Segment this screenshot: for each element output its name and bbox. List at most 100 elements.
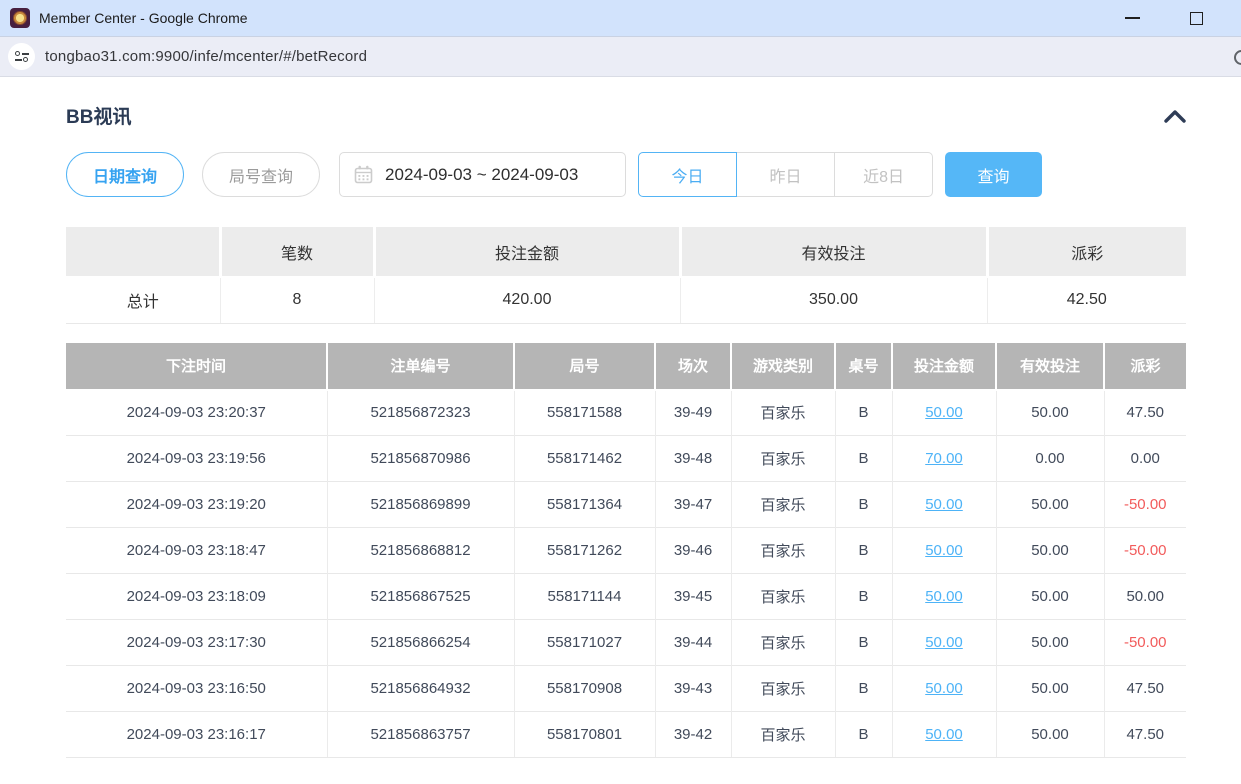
summary-table: 笔数 投注金额 有效投注 派彩 总计 8 420.00 350.00 42.50 [66, 227, 1186, 324]
header-session: 场次 [655, 343, 731, 390]
summary-header-blank [66, 227, 220, 277]
table-no-cell: B [835, 482, 892, 528]
browser-window: Member Center - Google Chrome tongbao31.… [0, 0, 1241, 758]
bet-time-cell: 2024-09-03 23:18:47 [66, 528, 327, 574]
table-no-cell: B [835, 528, 892, 574]
bet-amount-link[interactable]: 50.00 [925, 726, 963, 743]
bet-amount-link[interactable]: 50.00 [925, 404, 963, 421]
last-8-days-button[interactable]: 近8日 [834, 152, 933, 197]
session-cell: 39-46 [655, 528, 731, 574]
session-cell: 39-49 [655, 390, 731, 436]
summary-total-row: 总计 8 420.00 350.00 42.50 [66, 277, 1186, 323]
order-id-cell: 521856867525 [327, 574, 514, 620]
table-row: 2024-09-03 23:18:09521856867525558171144… [66, 574, 1186, 620]
table-row: 2024-09-03 23:17:30521856866254558171027… [66, 620, 1186, 666]
maximize-button[interactable] [1181, 3, 1211, 33]
game-type-cell: 百家乐 [731, 574, 835, 620]
round-id-cell: 558170801 [514, 712, 655, 758]
bet-time-cell: 2024-09-03 23:17:30 [66, 620, 327, 666]
bet-amount-cell: 50.00 [892, 390, 996, 436]
minimize-icon [1125, 17, 1140, 19]
bet-amount-cell: 50.00 [892, 620, 996, 666]
game-type-cell: 百家乐 [731, 528, 835, 574]
header-round-id: 局号 [514, 343, 655, 390]
payout-cell: -50.00 [1104, 528, 1186, 574]
payout-cell: 47.50 [1104, 712, 1186, 758]
valid-bet-cell: 50.00 [996, 574, 1104, 620]
date-range-input[interactable]: 2024-09-03 ~ 2024-09-03 [339, 152, 626, 197]
clipped-extension-icon [1234, 50, 1241, 65]
page-title: BB视讯 [66, 102, 131, 129]
summary-bet-amount-value: 420.00 [374, 277, 680, 323]
summary-count-value: 8 [220, 277, 374, 323]
bet-time-cell: 2024-09-03 23:18:09 [66, 574, 327, 620]
payout-cell: -50.00 [1104, 620, 1186, 666]
page-content: BB视讯 日期查询 局号查询 2024-09-03 ~ 2 [0, 102, 1241, 758]
table-no-cell: B [835, 712, 892, 758]
table-row: 2024-09-03 23:19:20521856869899558171364… [66, 482, 1186, 528]
table-row: 2024-09-03 23:18:47521856868812558171262… [66, 528, 1186, 574]
bet-amount-link[interactable]: 50.00 [925, 496, 963, 513]
bet-amount-link[interactable]: 50.00 [925, 634, 963, 651]
url-text[interactable]: tongbao31.com:9900/infe/mcenter/#/betRec… [45, 48, 367, 65]
header-order-id: 注单编号 [327, 343, 514, 390]
collapse-chevron-icon[interactable] [1164, 109, 1186, 123]
game-type-cell: 百家乐 [731, 620, 835, 666]
game-type-cell: 百家乐 [731, 666, 835, 712]
maximize-icon [1190, 12, 1203, 25]
order-id-cell: 521856866254 [327, 620, 514, 666]
bet-amount-link[interactable]: 50.00 [925, 680, 963, 697]
header-table-no: 桌号 [835, 343, 892, 390]
round-id-cell: 558171462 [514, 436, 655, 482]
yesterday-button[interactable]: 昨日 [736, 152, 835, 197]
table-no-cell: B [835, 620, 892, 666]
date-range-value: 2024-09-03 ~ 2024-09-03 [385, 165, 578, 185]
header-game-type: 游戏类别 [731, 343, 835, 390]
valid-bet-cell: 50.00 [996, 482, 1104, 528]
game-type-cell: 百家乐 [731, 436, 835, 482]
bet-time-cell: 2024-09-03 23:16:50 [66, 666, 327, 712]
site-settings-icon[interactable] [8, 43, 35, 70]
game-type-cell: 百家乐 [731, 482, 835, 528]
valid-bet-cell: 50.00 [996, 712, 1104, 758]
order-id-cell: 521856863757 [327, 712, 514, 758]
valid-bet-cell: 50.00 [996, 666, 1104, 712]
session-cell: 39-45 [655, 574, 731, 620]
table-row: 2024-09-03 23:16:17521856863757558170801… [66, 712, 1186, 758]
valid-bet-cell: 50.00 [996, 390, 1104, 436]
window-controls [1117, 0, 1211, 36]
bet-amount-link[interactable]: 50.00 [925, 542, 963, 559]
bet-amount-link[interactable]: 50.00 [925, 588, 963, 605]
header-payout: 派彩 [1104, 343, 1186, 390]
site-favicon-icon [10, 8, 30, 28]
summary-header-valid-bet: 有效投注 [680, 227, 987, 277]
round-id-cell: 558171262 [514, 528, 655, 574]
page-header: BB视讯 [66, 102, 1186, 129]
bet-amount-cell: 50.00 [892, 482, 996, 528]
minimize-button[interactable] [1117, 3, 1147, 33]
valid-bet-cell: 50.00 [996, 528, 1104, 574]
bet-amount-cell: 50.00 [892, 528, 996, 574]
bet-amount-link[interactable]: 70.00 [925, 450, 963, 467]
session-cell: 39-43 [655, 666, 731, 712]
summary-header-count: 笔数 [220, 227, 374, 277]
calendar-icon [354, 165, 373, 184]
address-bar: tongbao31.com:9900/infe/mcenter/#/betRec… [0, 36, 1241, 77]
today-button[interactable]: 今日 [638, 152, 737, 197]
order-id-cell: 521856872323 [327, 390, 514, 436]
round-id-cell: 558171144 [514, 574, 655, 620]
summary-total-label: 总计 [66, 277, 220, 323]
bet-amount-cell: 50.00 [892, 666, 996, 712]
summary-header-row: 笔数 投注金额 有效投注 派彩 [66, 227, 1186, 277]
round-query-tab[interactable]: 局号查询 [202, 152, 320, 197]
order-id-cell: 521856864932 [327, 666, 514, 712]
search-button[interactable]: 查询 [945, 152, 1042, 197]
records-tbody: 2024-09-03 23:20:37521856872323558171588… [66, 390, 1186, 758]
payout-cell: -50.00 [1104, 482, 1186, 528]
bet-time-cell: 2024-09-03 23:16:17 [66, 712, 327, 758]
summary-payout-value: 42.50 [987, 277, 1186, 323]
summary-header-bet-amount: 投注金额 [374, 227, 680, 277]
records-header-row: 下注时间 注单编号 局号 场次 游戏类别 桌号 投注金额 有效投注 派彩 [66, 343, 1186, 390]
table-row: 2024-09-03 23:16:50521856864932558170908… [66, 666, 1186, 712]
date-query-tab[interactable]: 日期查询 [66, 152, 184, 197]
